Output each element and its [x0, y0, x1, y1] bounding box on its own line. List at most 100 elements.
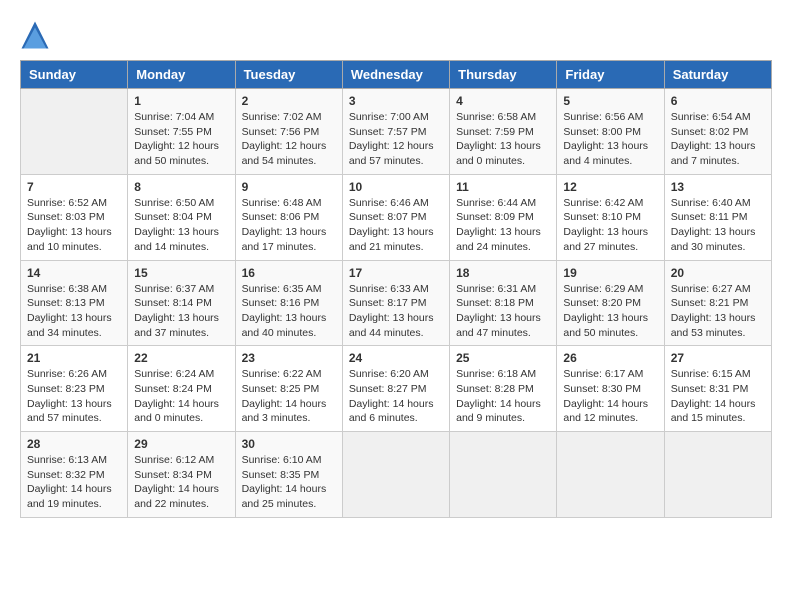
- calendar-cell: 14 Sunrise: 6:38 AMSunset: 8:13 PMDayligh…: [21, 260, 128, 346]
- calendar-cell: 28Sunrise: 6:13 AMSunset: 8:32 PMDayligh…: [21, 432, 128, 518]
- day-number: 2: [242, 94, 336, 108]
- cell-content: Sunrise: 6:44 AMSunset: 8:09 PMDaylight:…: [456, 196, 550, 255]
- calendar-cell: 27 Sunrise: 6:15 AMSunset: 8:31 PMDayligh…: [664, 346, 771, 432]
- day-number: 17: [349, 266, 443, 280]
- calendar-table: SundayMondayTuesdayWednesdayThursdayFrid…: [20, 60, 772, 518]
- day-number: 5: [563, 94, 657, 108]
- calendar-cell: 12Sunrise: 6:42 AMSunset: 8:10 PMDayligh…: [557, 174, 664, 260]
- calendar-cell: 17 Sunrise: 6:33 AMSunset: 8:17 PMDayligh…: [342, 260, 449, 346]
- cell-content: Sunrise: 6:52 AMSunset: 8:03 PMDaylight:…: [27, 196, 121, 255]
- calendar-week-row: 14 Sunrise: 6:38 AMSunset: 8:13 PMDayligh…: [21, 260, 772, 346]
- calendar-cell: 18 Sunrise: 6:31 AMSunset: 8:18 PMDayligh…: [450, 260, 557, 346]
- cell-content: Sunrise: 6:24 AMSunset: 8:24 PMDaylight:…: [134, 367, 228, 426]
- day-number: 13: [671, 180, 765, 194]
- day-number: 11: [456, 180, 550, 194]
- calendar-cell: [557, 432, 664, 518]
- cell-content: Sunrise: 6:29 AMSunset: 8:20 PMDaylight:…: [563, 282, 657, 341]
- calendar-cell: 1 Sunrise: 7:04 AMSunset: 7:55 PMDaylight…: [128, 89, 235, 175]
- calendar-cell: 11 Sunrise: 6:44 AMSunset: 8:09 PMDayligh…: [450, 174, 557, 260]
- calendar-cell: 9 Sunrise: 6:48 AMSunset: 8:06 PMDaylight…: [235, 174, 342, 260]
- cell-content: Sunrise: 6:37 AMSunset: 8:14 PMDaylight:…: [134, 282, 228, 341]
- day-number: 24: [349, 351, 443, 365]
- cell-content: Sunrise: 6:54 AMSunset: 8:02 PMDaylight:…: [671, 110, 765, 169]
- day-number: 18: [456, 266, 550, 280]
- weekday-header-thursday: Thursday: [450, 61, 557, 89]
- calendar-cell: 15 Sunrise: 6:37 AMSunset: 8:14 PMDayligh…: [128, 260, 235, 346]
- cell-content: Sunrise: 6:15 AMSunset: 8:31 PMDaylight:…: [671, 367, 765, 426]
- day-number: 10: [349, 180, 443, 194]
- calendar-cell: 26Sunrise: 6:17 AMSunset: 8:30 PMDayligh…: [557, 346, 664, 432]
- weekday-header-wednesday: Wednesday: [342, 61, 449, 89]
- cell-content: Sunrise: 6:31 AMSunset: 8:18 PMDaylight:…: [456, 282, 550, 341]
- calendar-cell: 8 Sunrise: 6:50 AMSunset: 8:04 PMDaylight…: [128, 174, 235, 260]
- calendar-cell: 7Sunrise: 6:52 AMSunset: 8:03 PMDaylight…: [21, 174, 128, 260]
- calendar-cell: 2 Sunrise: 7:02 AMSunset: 7:56 PMDaylight…: [235, 89, 342, 175]
- calendar-cell: 29 Sunrise: 6:12 AMSunset: 8:34 PMDayligh…: [128, 432, 235, 518]
- calendar-header-row: SundayMondayTuesdayWednesdayThursdayFrid…: [21, 61, 772, 89]
- cell-content: Sunrise: 6:58 AMSunset: 7:59 PMDaylight:…: [456, 110, 550, 169]
- calendar-cell: [450, 432, 557, 518]
- cell-content: Sunrise: 6:40 AMSunset: 8:11 PMDaylight:…: [671, 196, 765, 255]
- day-number: 25: [456, 351, 550, 365]
- cell-content: Sunrise: 7:00 AMSunset: 7:57 PMDaylight:…: [349, 110, 443, 169]
- calendar-cell: 4 Sunrise: 6:58 AMSunset: 7:59 PMDaylight…: [450, 89, 557, 175]
- logo: [20, 20, 52, 50]
- cell-content: Sunrise: 6:22 AMSunset: 8:25 PMDaylight:…: [242, 367, 336, 426]
- cell-content: Sunrise: 6:48 AMSunset: 8:06 PMDaylight:…: [242, 196, 336, 255]
- calendar-cell: 16 Sunrise: 6:35 AMSunset: 8:16 PMDayligh…: [235, 260, 342, 346]
- day-number: 15: [134, 266, 228, 280]
- cell-content: Sunrise: 6:42 AMSunset: 8:10 PMDaylight:…: [563, 196, 657, 255]
- day-number: 8: [134, 180, 228, 194]
- calendar-cell: [664, 432, 771, 518]
- cell-content: Sunrise: 6:33 AMSunset: 8:17 PMDaylight:…: [349, 282, 443, 341]
- calendar-cell: 10 Sunrise: 6:46 AMSunset: 8:07 PMDayligh…: [342, 174, 449, 260]
- calendar-cell: 19 Sunrise: 6:29 AMSunset: 8:20 PMDayligh…: [557, 260, 664, 346]
- day-number: 19: [563, 266, 657, 280]
- day-number: 20: [671, 266, 765, 280]
- cell-content: Sunrise: 7:02 AMSunset: 7:56 PMDaylight:…: [242, 110, 336, 169]
- calendar-cell: 30 Sunrise: 6:10 AMSunset: 8:35 PMDayligh…: [235, 432, 342, 518]
- day-number: 16: [242, 266, 336, 280]
- day-number: 27: [671, 351, 765, 365]
- cell-content: Sunrise: 6:18 AMSunset: 8:28 PMDaylight:…: [456, 367, 550, 426]
- day-number: 1: [134, 94, 228, 108]
- calendar-cell: 3 Sunrise: 7:00 AMSunset: 7:57 PMDaylight…: [342, 89, 449, 175]
- calendar-week-row: 1 Sunrise: 7:04 AMSunset: 7:55 PMDaylight…: [21, 89, 772, 175]
- calendar-cell: 6 Sunrise: 6:54 AMSunset: 8:02 PMDaylight…: [664, 89, 771, 175]
- cell-content: Sunrise: 7:04 AMSunset: 7:55 PMDaylight:…: [134, 110, 228, 169]
- calendar-cell: 23Sunrise: 6:22 AMSunset: 8:25 PMDayligh…: [235, 346, 342, 432]
- day-number: 21: [27, 351, 121, 365]
- day-number: 22: [134, 351, 228, 365]
- cell-content: Sunrise: 6:50 AMSunset: 8:04 PMDaylight:…: [134, 196, 228, 255]
- day-number: 4: [456, 94, 550, 108]
- calendar-cell: 24 Sunrise: 6:20 AMSunset: 8:27 PMDayligh…: [342, 346, 449, 432]
- cell-content: Sunrise: 6:10 AMSunset: 8:35 PMDaylight:…: [242, 453, 336, 512]
- calendar-cell: [21, 89, 128, 175]
- calendar-cell: 13 Sunrise: 6:40 AMSunset: 8:11 PMDayligh…: [664, 174, 771, 260]
- day-number: 29: [134, 437, 228, 451]
- calendar-week-row: 28Sunrise: 6:13 AMSunset: 8:32 PMDayligh…: [21, 432, 772, 518]
- cell-content: Sunrise: 6:20 AMSunset: 8:27 PMDaylight:…: [349, 367, 443, 426]
- cell-content: Sunrise: 6:35 AMSunset: 8:16 PMDaylight:…: [242, 282, 336, 341]
- day-number: 14: [27, 266, 121, 280]
- calendar-cell: 5 Sunrise: 6:56 AMSunset: 8:00 PMDaylight…: [557, 89, 664, 175]
- cell-content: Sunrise: 6:13 AMSunset: 8:32 PMDaylight:…: [27, 453, 121, 512]
- weekday-header-sunday: Sunday: [21, 61, 128, 89]
- page-header: [20, 20, 772, 50]
- cell-content: Sunrise: 6:17 AMSunset: 8:30 PMDaylight:…: [563, 367, 657, 426]
- calendar-cell: 25 Sunrise: 6:18 AMSunset: 8:28 PMDayligh…: [450, 346, 557, 432]
- cell-content: Sunrise: 6:56 AMSunset: 8:00 PMDaylight:…: [563, 110, 657, 169]
- cell-content: Sunrise: 6:12 AMSunset: 8:34 PMDaylight:…: [134, 453, 228, 512]
- cell-content: Sunrise: 6:26 AMSunset: 8:23 PMDaylight:…: [27, 367, 121, 426]
- day-number: 9: [242, 180, 336, 194]
- weekday-header-monday: Monday: [128, 61, 235, 89]
- cell-content: Sunrise: 6:46 AMSunset: 8:07 PMDaylight:…: [349, 196, 443, 255]
- calendar-week-row: 7Sunrise: 6:52 AMSunset: 8:03 PMDaylight…: [21, 174, 772, 260]
- logo-icon: [20, 20, 50, 50]
- day-number: 30: [242, 437, 336, 451]
- calendar-cell: 22 Sunrise: 6:24 AMSunset: 8:24 PMDayligh…: [128, 346, 235, 432]
- cell-content: Sunrise: 6:38 AMSunset: 8:13 PMDaylight:…: [27, 282, 121, 341]
- cell-content: Sunrise: 6:27 AMSunset: 8:21 PMDaylight:…: [671, 282, 765, 341]
- day-number: 3: [349, 94, 443, 108]
- day-number: 6: [671, 94, 765, 108]
